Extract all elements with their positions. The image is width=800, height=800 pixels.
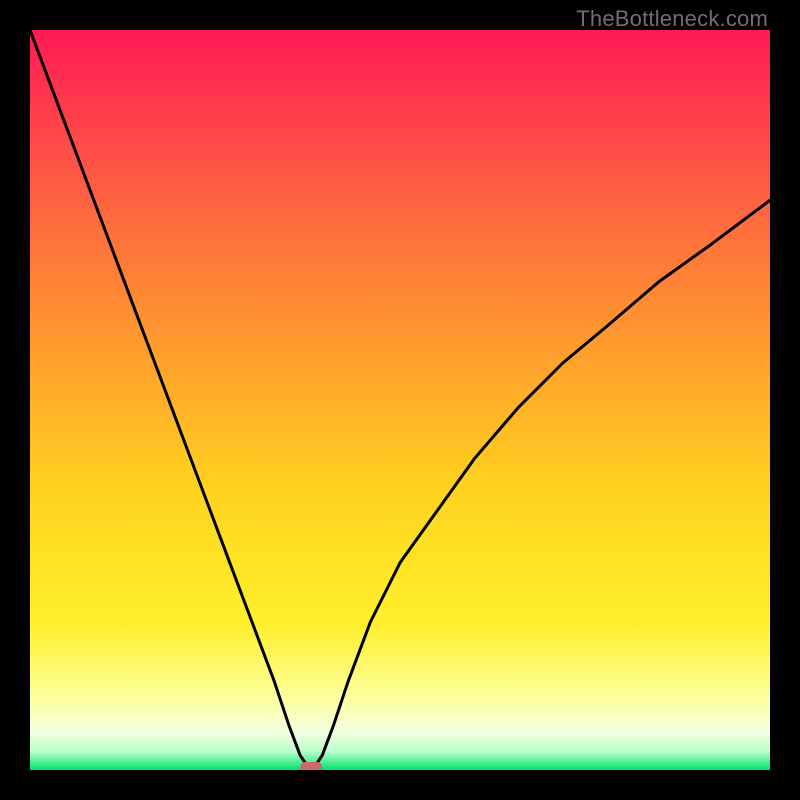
bottleneck-chart [30, 30, 770, 770]
watermark-text: TheBottleneck.com [576, 6, 768, 32]
gradient-background [30, 30, 770, 770]
optimal-marker [300, 762, 322, 770]
chart-frame [30, 30, 770, 770]
